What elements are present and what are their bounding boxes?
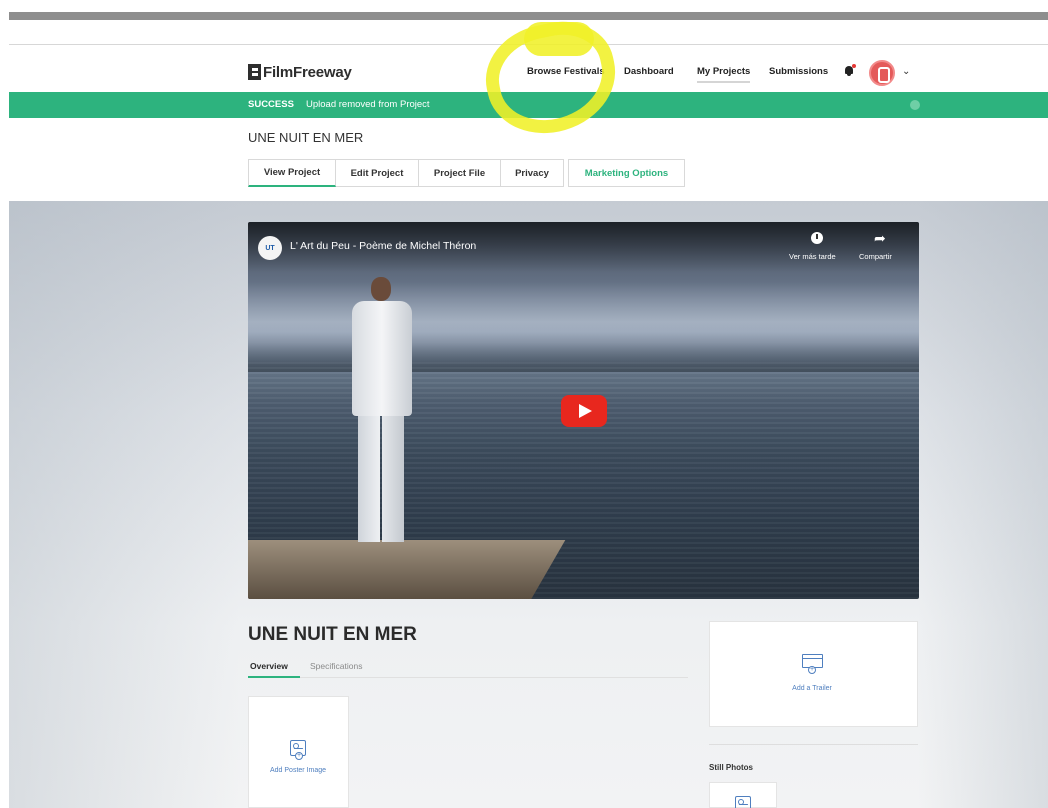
watch-later-icon[interactable] [811, 232, 823, 244]
still-photos-heading: Still Photos [709, 763, 753, 772]
user-avatar[interactable] [869, 60, 895, 86]
logo-mark-icon [248, 64, 261, 80]
nav-browse-festivals[interactable]: Browse Festivals [527, 66, 605, 77]
film-title: UNE NUIT EN MER [248, 624, 417, 645]
project-title: UNE NUIT EN MER [248, 130, 364, 145]
video-title[interactable]: L' Art du Peu - Poème de Michel Théron [290, 240, 476, 252]
video-person [344, 277, 418, 547]
add-trailer-circle-icon: + [808, 666, 816, 674]
video-dock [248, 540, 566, 599]
tab-marketing-options[interactable]: Marketing Options [568, 159, 685, 187]
play-button[interactable] [561, 395, 607, 427]
tab-privacy[interactable]: Privacy [501, 159, 564, 187]
success-label: SUCCESS [248, 99, 294, 110]
share-icon[interactable]: ➦ [874, 230, 886, 247]
still-photo-icon [735, 796, 751, 808]
header-divider [9, 44, 1048, 45]
add-circle-icon: + [295, 752, 303, 760]
channel-avatar[interactable]: UT [258, 236, 282, 260]
nav-dashboard[interactable]: Dashboard [624, 66, 674, 77]
subtab-divider [248, 677, 688, 678]
chevron-down-icon[interactable]: ⌄ [902, 66, 910, 77]
subtab-overview[interactable]: Overview [250, 661, 288, 671]
browser-top-bar [9, 12, 1048, 20]
notification-dot [852, 64, 856, 68]
nav-my-projects[interactable]: My Projects [697, 66, 751, 83]
add-trailer-label[interactable]: Add a Trailer [772, 685, 852, 692]
sidebar-divider [709, 744, 918, 745]
success-alert [9, 92, 1048, 118]
subtab-specifications[interactable]: Specifications [310, 661, 362, 671]
tab-edit-project[interactable]: Edit Project [336, 159, 419, 187]
tab-view-project[interactable]: View Project [248, 159, 336, 187]
page-root: FilmFreeway Browse Festivals Dashboard M… [0, 0, 1048, 808]
watch-later-label[interactable]: Ver más tarde [789, 252, 836, 261]
add-trailer-card[interactable] [709, 621, 918, 727]
filmfreeway-logo[interactable]: FilmFreeway [248, 63, 352, 81]
alert-close-icon[interactable] [910, 100, 920, 110]
subtab-active-indicator [248, 676, 300, 678]
add-poster-label[interactable]: Add Poster Image [268, 766, 328, 775]
nav-submissions[interactable]: Submissions [769, 66, 828, 77]
tab-project-file[interactable]: Project File [419, 159, 501, 187]
share-label[interactable]: Compartir [859, 252, 892, 261]
logo-text: FilmFreeway [263, 63, 352, 81]
notification-bell-icon[interactable] [843, 64, 856, 77]
project-tabs: View Project Edit Project Project File P… [248, 159, 685, 187]
success-message: Upload removed from Project [306, 99, 430, 110]
yellow-highlight-mark [524, 22, 594, 56]
